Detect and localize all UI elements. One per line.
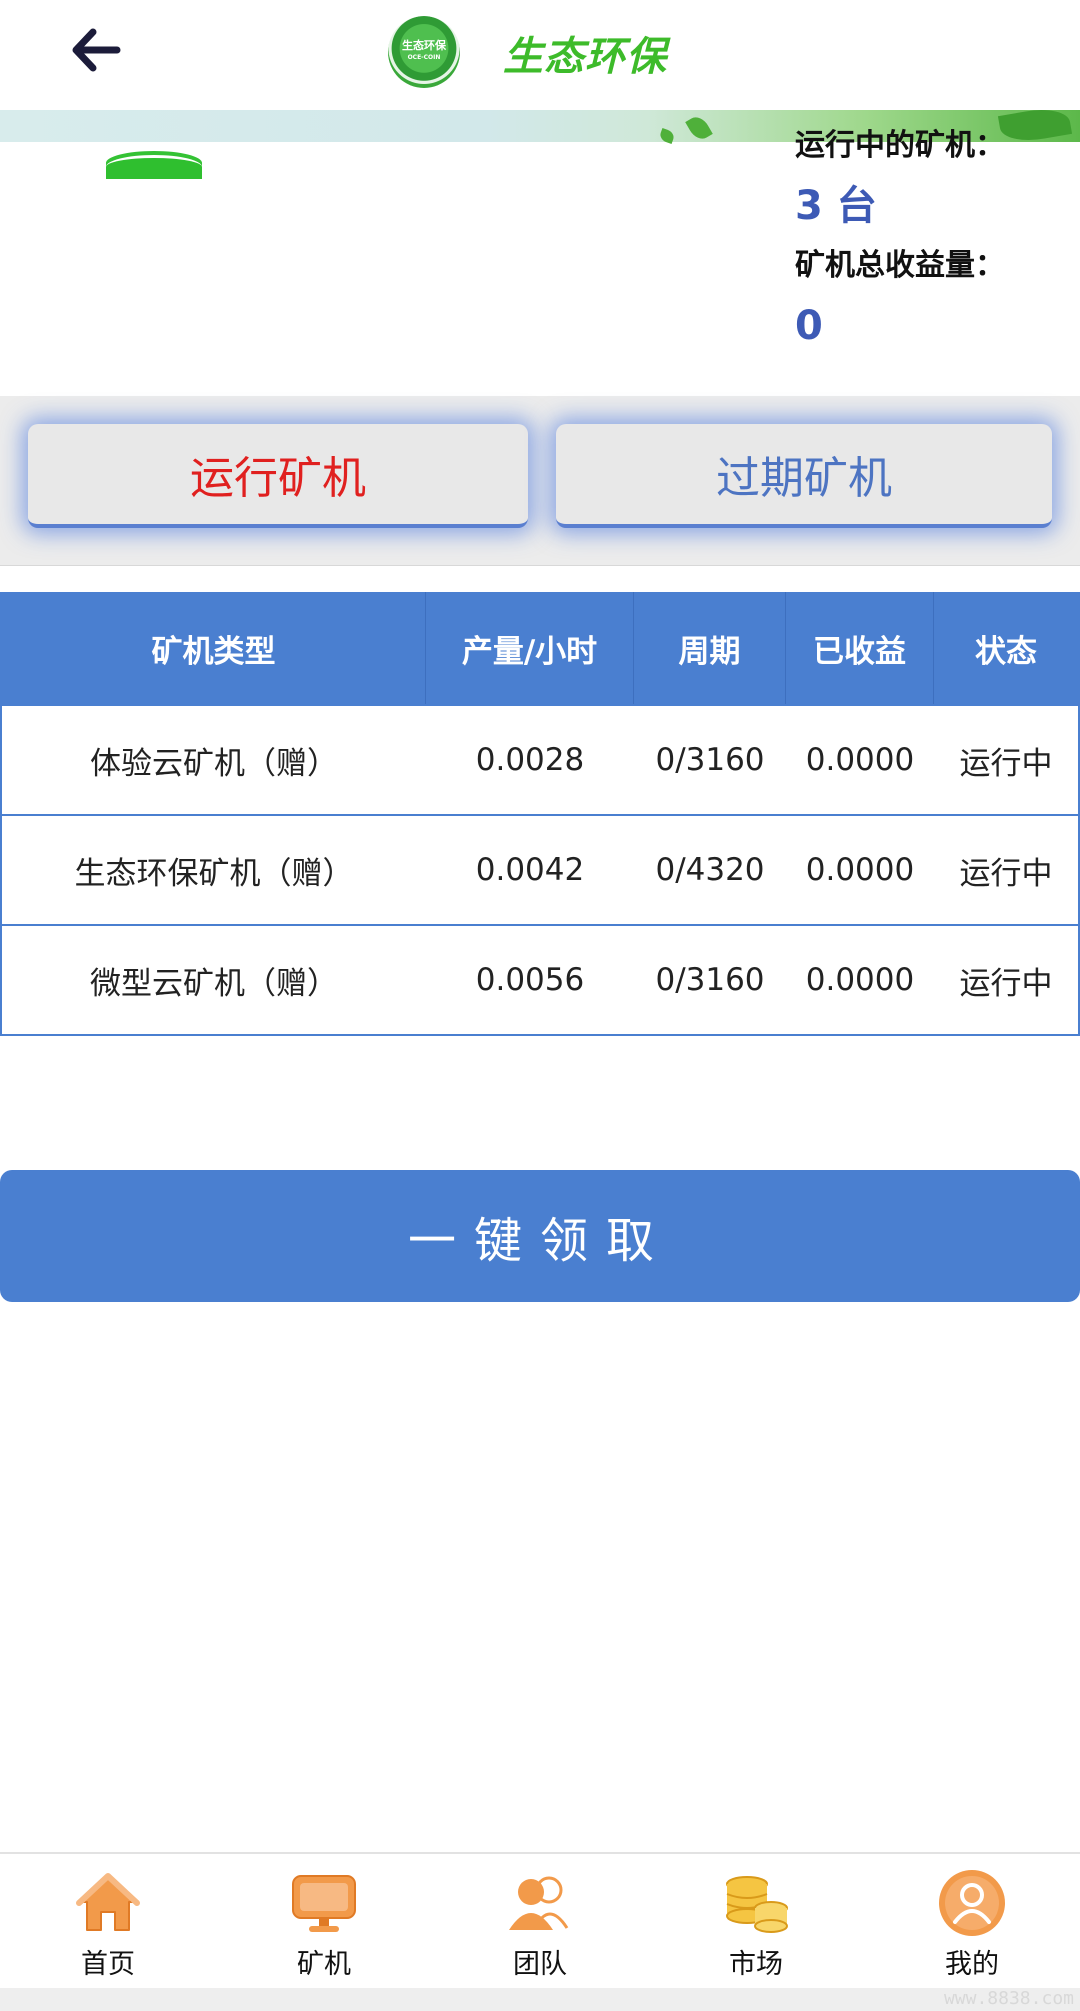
nav-item-home[interactable]: 首页 [0, 1854, 216, 1988]
page-title: 生态环保 [503, 34, 667, 80]
banner: 运行中的矿机： 3 台 矿机总收益量： 0 [0, 110, 1080, 410]
bottom-nav: 首页 矿机 团队 市场 我的 [0, 1852, 1080, 1988]
nav-item-team[interactable]: 团队 [432, 1854, 648, 1988]
running-count-label: 运行中的矿机： [795, 128, 1005, 163]
cell-earned: 0.0000 [805, 962, 915, 998]
cell-output: 0.0042 [475, 852, 585, 888]
market-icon [721, 1868, 791, 1938]
nav-item-miner[interactable]: 矿机 [216, 1854, 432, 1988]
nav-label-home: 首页 [81, 1949, 135, 1980]
total-earnings-label: 矿机总收益量： [795, 248, 1005, 283]
cell-cycle: 0/3160 [655, 742, 765, 778]
logo-subtext: OCE-COIN [407, 54, 441, 61]
cell-cycle: 0/3160 [655, 962, 765, 998]
table-header: 矿机类型 产量/小时 周期 已收益 状态 [2, 592, 1078, 704]
nav-label-team: 团队 [513, 1949, 567, 1980]
nav-item-profile[interactable]: 我的 [864, 1854, 1080, 1988]
table-row[interactable]: 微型云矿机（赠） 0.0056 0/3160 0.0000 运行中 [2, 924, 1078, 1034]
running-count-value: 3 台 [795, 183, 877, 229]
logo-text: 生态环保 [402, 39, 446, 52]
column-header-status: 状态 [975, 633, 1037, 670]
team-icon [505, 1868, 575, 1938]
tab-bar: 运行矿机 过期矿机 [0, 396, 1080, 566]
arrow-left-icon [72, 28, 121, 72]
header: 生态环保 OCE-COIN 生态环保 [0, 0, 1080, 110]
cell-status: 运行中 [959, 745, 1053, 782]
bottom-bar [0, 1988, 1080, 2011]
mining-stats: 运行中的矿机： 3 台 矿机总收益量： 0 [795, 126, 1005, 366]
miner-table: 矿机类型 产量/小时 周期 已收益 状态 体验云矿机（赠） 0.0028 0/3… [0, 592, 1080, 1036]
nav-item-market[interactable]: 市场 [648, 1854, 864, 1988]
column-header-type: 矿机类型 [2, 592, 426, 704]
cell-status: 运行中 [959, 855, 1053, 892]
nav-label-profile: 我的 [945, 1949, 999, 1980]
column-header-output: 产量/小时 [426, 592, 634, 704]
column-header-earned: 已收益 [786, 592, 934, 704]
cell-miner-type: 体验云矿机（赠） [90, 745, 338, 782]
cell-output: 0.0028 [475, 742, 585, 778]
app-logo: 生态环保 OCE-COIN [388, 16, 460, 88]
tab-running-miners[interactable]: 运行矿机 [28, 424, 528, 528]
nav-label-market: 市场 [729, 1949, 783, 1980]
home-icon [73, 1868, 143, 1938]
tab-expired-miners[interactable]: 过期矿机 [556, 424, 1052, 528]
nav-label-miner: 矿机 [297, 1949, 351, 1980]
miner-icon [289, 1868, 359, 1938]
cell-miner-type: 生态环保矿机（赠） [74, 855, 354, 892]
cell-output: 0.0056 [475, 962, 585, 998]
cell-earned: 0.0000 [805, 852, 915, 888]
cell-status: 运行中 [959, 965, 1053, 1002]
watermark: www.8838.com [943, 1988, 1074, 2009]
hill-decoration [106, 155, 202, 179]
table-row[interactable]: 生态环保矿机（赠） 0.0042 0/4320 0.0000 运行中 [2, 814, 1078, 924]
cell-miner-type: 微型云矿机（赠） [90, 965, 338, 1002]
total-earnings-value: 0 [795, 303, 823, 349]
cell-cycle: 0/4320 [655, 852, 765, 888]
back-button[interactable] [60, 14, 132, 86]
claim-all-button[interactable]: 一键领取 [0, 1170, 1080, 1302]
column-header-cycle: 周期 [634, 592, 786, 704]
profile-icon [937, 1868, 1007, 1938]
table-row[interactable]: 体验云矿机（赠） 0.0028 0/3160 0.0000 运行中 [2, 704, 1078, 814]
cell-earned: 0.0000 [805, 742, 915, 778]
